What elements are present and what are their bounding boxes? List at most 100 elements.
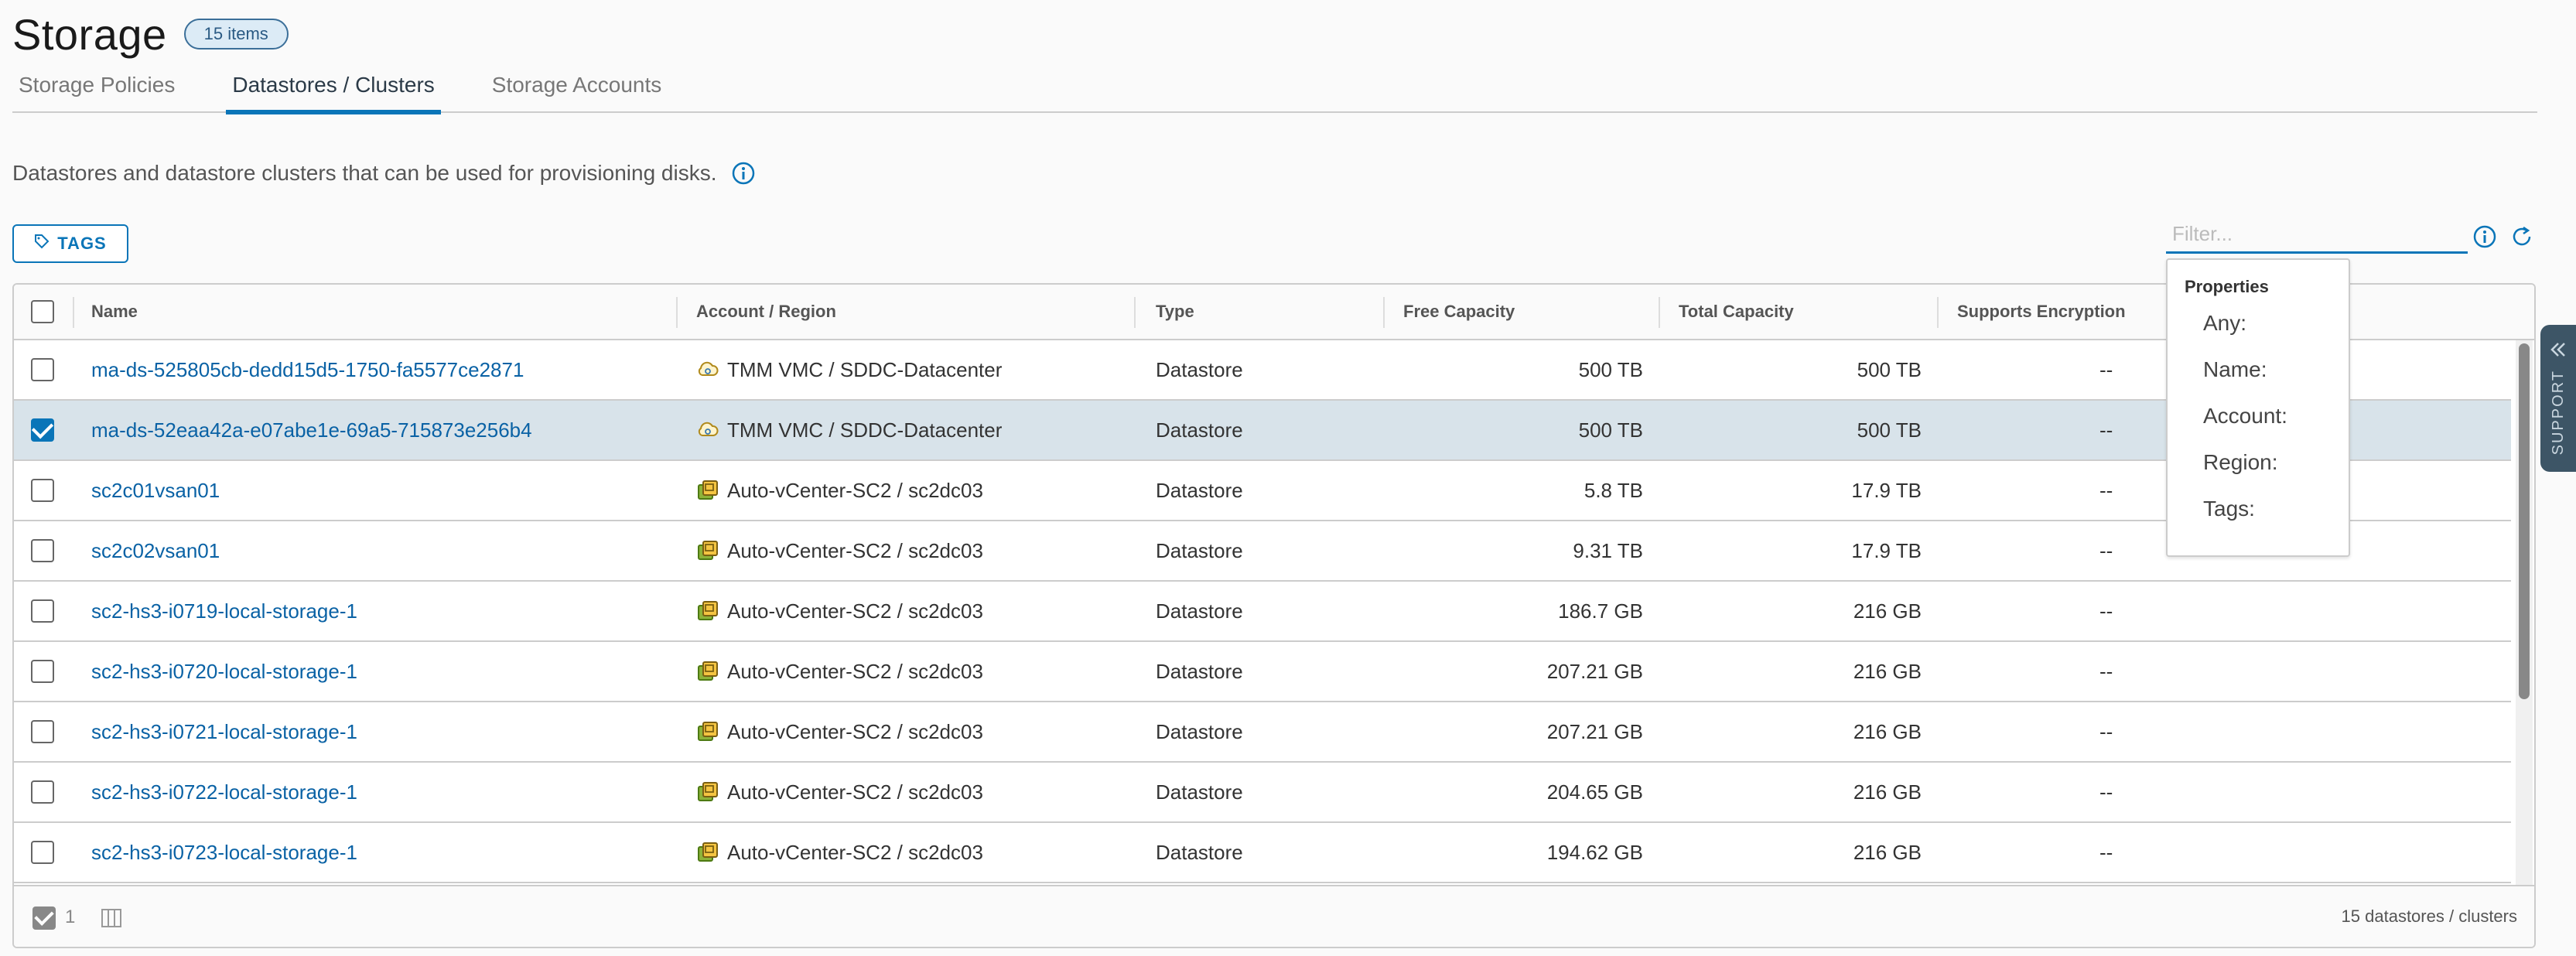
- description-text: Datastores and datastore clusters that c…: [12, 161, 717, 185]
- datastore-name-link[interactable]: ma-ds-52eaa42a-e07abe1e-69a5-715873e256b…: [91, 401, 532, 459]
- account-region-cell: Auto-vCenter-SC2 / sc2dc03: [696, 823, 983, 882]
- datastore-name-link[interactable]: sc2-hs3-i0722-local-storage-1: [91, 763, 357, 821]
- grid-scrollbar[interactable]: [2516, 340, 2533, 885]
- table-row[interactable]: ma-ds-525805cb-dedd15d5-1750-fa5577ce287…: [14, 340, 2511, 401]
- support-tab[interactable]: SUPPORT: [2540, 325, 2576, 472]
- column-header-account-region[interactable]: Account / Region: [696, 285, 836, 339]
- datastore-name-link[interactable]: sc2-hs3-i0720-local-storage-1: [91, 642, 357, 701]
- tags-button[interactable]: TAGS: [12, 224, 128, 263]
- item-count-badge: 15 items: [183, 19, 289, 50]
- table-row[interactable]: sc2-hs3-i0720-local-storage-1 Auto-vCente…: [14, 642, 2511, 702]
- encryption-cell: --: [2099, 719, 2113, 743]
- row-select-cell: [31, 702, 54, 761]
- page-description: Datastores and datastore clusters that c…: [12, 161, 756, 186]
- table-row[interactable]: sc2-hs3-i0719-local-storage-1 Auto-vCente…: [14, 582, 2511, 642]
- total-capacity-cell: 17.9 TB: [1851, 478, 1922, 502]
- table-row[interactable]: sc2-hs3-i0723-local-storage-1 Auto-vCente…: [14, 823, 2511, 883]
- column-toggle-icon[interactable]: [101, 908, 122, 932]
- column-header-free-capacity[interactable]: Free Capacity: [1403, 285, 1515, 339]
- account-region-text: Auto-vCenter-SC2 / sc2dc03: [727, 840, 983, 864]
- type-cell: Datastore: [1156, 357, 1243, 381]
- cloud-icon: [696, 418, 719, 442]
- column-header-total-capacity[interactable]: Total Capacity: [1679, 285, 1794, 339]
- tab-storage-accounts[interactable]: Storage Accounts: [486, 70, 668, 113]
- datastore-name-link[interactable]: ma-ds-525805cb-dedd15d5-1750-fa5577ce287…: [91, 340, 524, 399]
- row-checkbox[interactable]: [31, 720, 54, 743]
- free-capacity-cell: 5.8 TB: [1584, 478, 1643, 502]
- row-checkbox[interactable]: [31, 539, 54, 562]
- filter-info-icon[interactable]: [2472, 224, 2497, 253]
- dropdown-heading: Properties: [2185, 277, 2269, 296]
- selected-count: 1: [65, 906, 76, 927]
- encryption-cell: --: [2099, 478, 2113, 502]
- datastore-name-link[interactable]: sc2c01vsan01: [91, 461, 220, 520]
- column-header-type[interactable]: Type: [1156, 285, 1194, 339]
- account-region-text: Auto-vCenter-SC2 / sc2dc03: [727, 780, 983, 804]
- info-icon[interactable]: [731, 161, 756, 186]
- encryption-cell: --: [2099, 418, 2113, 442]
- account-region-text: Auto-vCenter-SC2 / sc2dc03: [727, 599, 983, 623]
- table-row[interactable]: sc2-hs3-i0722-local-storage-1 Auto-vCente…: [14, 763, 2511, 823]
- type-cell: Datastore: [1156, 418, 1243, 442]
- account-region-cell: Auto-vCenter-SC2 / sc2dc03: [696, 461, 983, 520]
- total-capacity-cell: 216 GB: [1853, 780, 1922, 804]
- page-title: Storage: [12, 9, 167, 59]
- cloud-icon: [696, 358, 719, 381]
- encryption-cell: --: [2099, 780, 2113, 804]
- grid-footer: 1 15 datastores / clusters: [14, 885, 2534, 947]
- vcenter-icon: [696, 780, 719, 804]
- filter-option-any[interactable]: Any:: [2185, 311, 2349, 357]
- row-select-cell: [31, 340, 54, 399]
- datastore-name-link[interactable]: sc2-hs3-i0723-local-storage-1: [91, 823, 357, 882]
- account-region-text: Auto-vCenter-SC2 / sc2dc03: [727, 719, 983, 743]
- filter-option-tags[interactable]: Tags:: [2185, 497, 2349, 543]
- datastore-name-link[interactable]: sc2c02vsan01: [91, 521, 220, 580]
- row-checkbox[interactable]: [31, 479, 54, 502]
- row-checkbox[interactable]: [31, 841, 54, 864]
- table-row[interactable]: sc2c01vsan01 Auto-vCenter-SC2 / sc2dc03 Da…: [14, 461, 2511, 521]
- filter-input[interactable]: [2166, 217, 2468, 254]
- account-region-cell: Auto-vCenter-SC2 / sc2dc03: [696, 702, 983, 761]
- vcenter-icon: [696, 720, 719, 743]
- row-checkbox[interactable]: [31, 358, 54, 381]
- total-capacity-cell: 17.9 TB: [1851, 538, 1922, 562]
- tab-storage-policies[interactable]: Storage Policies: [12, 70, 181, 113]
- tab-datastores-clusters[interactable]: Datastores / Clusters: [226, 70, 442, 114]
- row-checkbox[interactable]: [31, 599, 54, 623]
- table-row[interactable]: sc2-hs3-i0721-local-storage-1 Auto-vCente…: [14, 702, 2511, 763]
- total-capacity-cell: 216 GB: [1853, 840, 1922, 864]
- filter-option-region[interactable]: Region:: [2185, 450, 2349, 497]
- page-header: Storage 15 items: [12, 9, 289, 59]
- refresh-icon[interactable]: [2509, 224, 2534, 253]
- row-checkbox[interactable]: [31, 660, 54, 683]
- account-region-text: TMM VMC / SDDC-Datacenter: [727, 357, 1003, 381]
- vcenter-icon: [696, 841, 719, 864]
- grid-header: Name Account / Region Type Free Capacity…: [14, 285, 2534, 340]
- type-cell: Datastore: [1156, 659, 1243, 683]
- account-region-cell: TMM VMC / SDDC-Datacenter: [696, 340, 1002, 399]
- column-header-supports-encryption[interactable]: Supports Encryption: [1957, 285, 2126, 339]
- free-capacity-cell: 9.31 TB: [1573, 538, 1643, 562]
- column-header-name[interactable]: Name: [91, 285, 138, 339]
- table-row[interactable]: ma-ds-52eaa42a-e07abe1e-69a5-715873e256b…: [14, 401, 2511, 461]
- datastore-name-link[interactable]: sc2-hs3-i0721-local-storage-1: [91, 702, 357, 761]
- vcenter-icon: [696, 539, 719, 562]
- encryption-cell: --: [2099, 538, 2113, 562]
- select-all-checkbox[interactable]: [31, 300, 54, 323]
- datastore-name-link[interactable]: sc2-hs3-i0719-local-storage-1: [91, 582, 357, 640]
- total-capacity-cell: 500 TB: [1857, 357, 1922, 381]
- filter-option-name[interactable]: Name:: [2185, 357, 2349, 404]
- scrollbar-thumb[interactable]: [2519, 343, 2530, 699]
- row-checkbox[interactable]: [31, 418, 54, 442]
- account-region-cell: Auto-vCenter-SC2 / sc2dc03: [696, 763, 983, 821]
- row-select-cell: [31, 823, 54, 882]
- datastore-grid: Name Account / Region Type Free Capacity…: [12, 283, 2536, 948]
- total-count: 15 datastores / clusters: [2341, 906, 2517, 926]
- filter-option-account[interactable]: Account:: [2185, 404, 2349, 450]
- row-select-cell: [31, 461, 54, 520]
- filter-properties-dropdown: Properties Any: Name: Account: Region: T…: [2166, 258, 2350, 557]
- table-row[interactable]: sc2c02vsan01 Auto-vCenter-SC2 / sc2dc03 Da…: [14, 521, 2511, 582]
- row-checkbox[interactable]: [31, 780, 54, 804]
- total-capacity-cell: 216 GB: [1853, 599, 1922, 623]
- encryption-cell: --: [2099, 659, 2113, 683]
